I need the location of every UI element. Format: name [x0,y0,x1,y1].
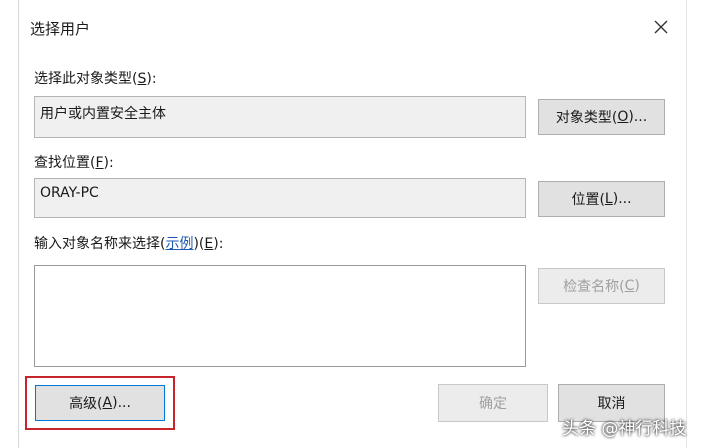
object-names-label: 输入对象名称来选择(示例)(E): [34,236,224,252]
ok-button[interactable]: 确定 [438,384,548,422]
watermark-text: 头条 @神行科技 [562,419,687,439]
location-label: 查找位置(F): [34,155,114,171]
check-names-button[interactable]: 检查名称(C) [538,268,665,304]
examples-link[interactable]: 示例 [165,236,193,252]
object-type-label: 选择此对象类型(S): [34,71,157,87]
advanced-button[interactable]: 高级(A)... [35,385,165,421]
select-users-dialog: 选择用户 选择此对象类型(S): 用户或内置安全主体 对象类型(O)... 查找… [0,0,712,448]
close-icon[interactable] [646,12,676,42]
dialog-right-border [686,0,687,448]
location-field: ORAY-PC [34,178,526,218]
object-type-field: 用户或内置安全主体 [34,96,526,138]
locations-button[interactable]: 位置(L)... [538,181,665,217]
object-names-input[interactable] [34,265,526,367]
dialog-left-border [18,0,19,448]
dialog-title: 选择用户 [30,20,91,38]
object-types-button[interactable]: 对象类型(O)... [538,99,665,135]
